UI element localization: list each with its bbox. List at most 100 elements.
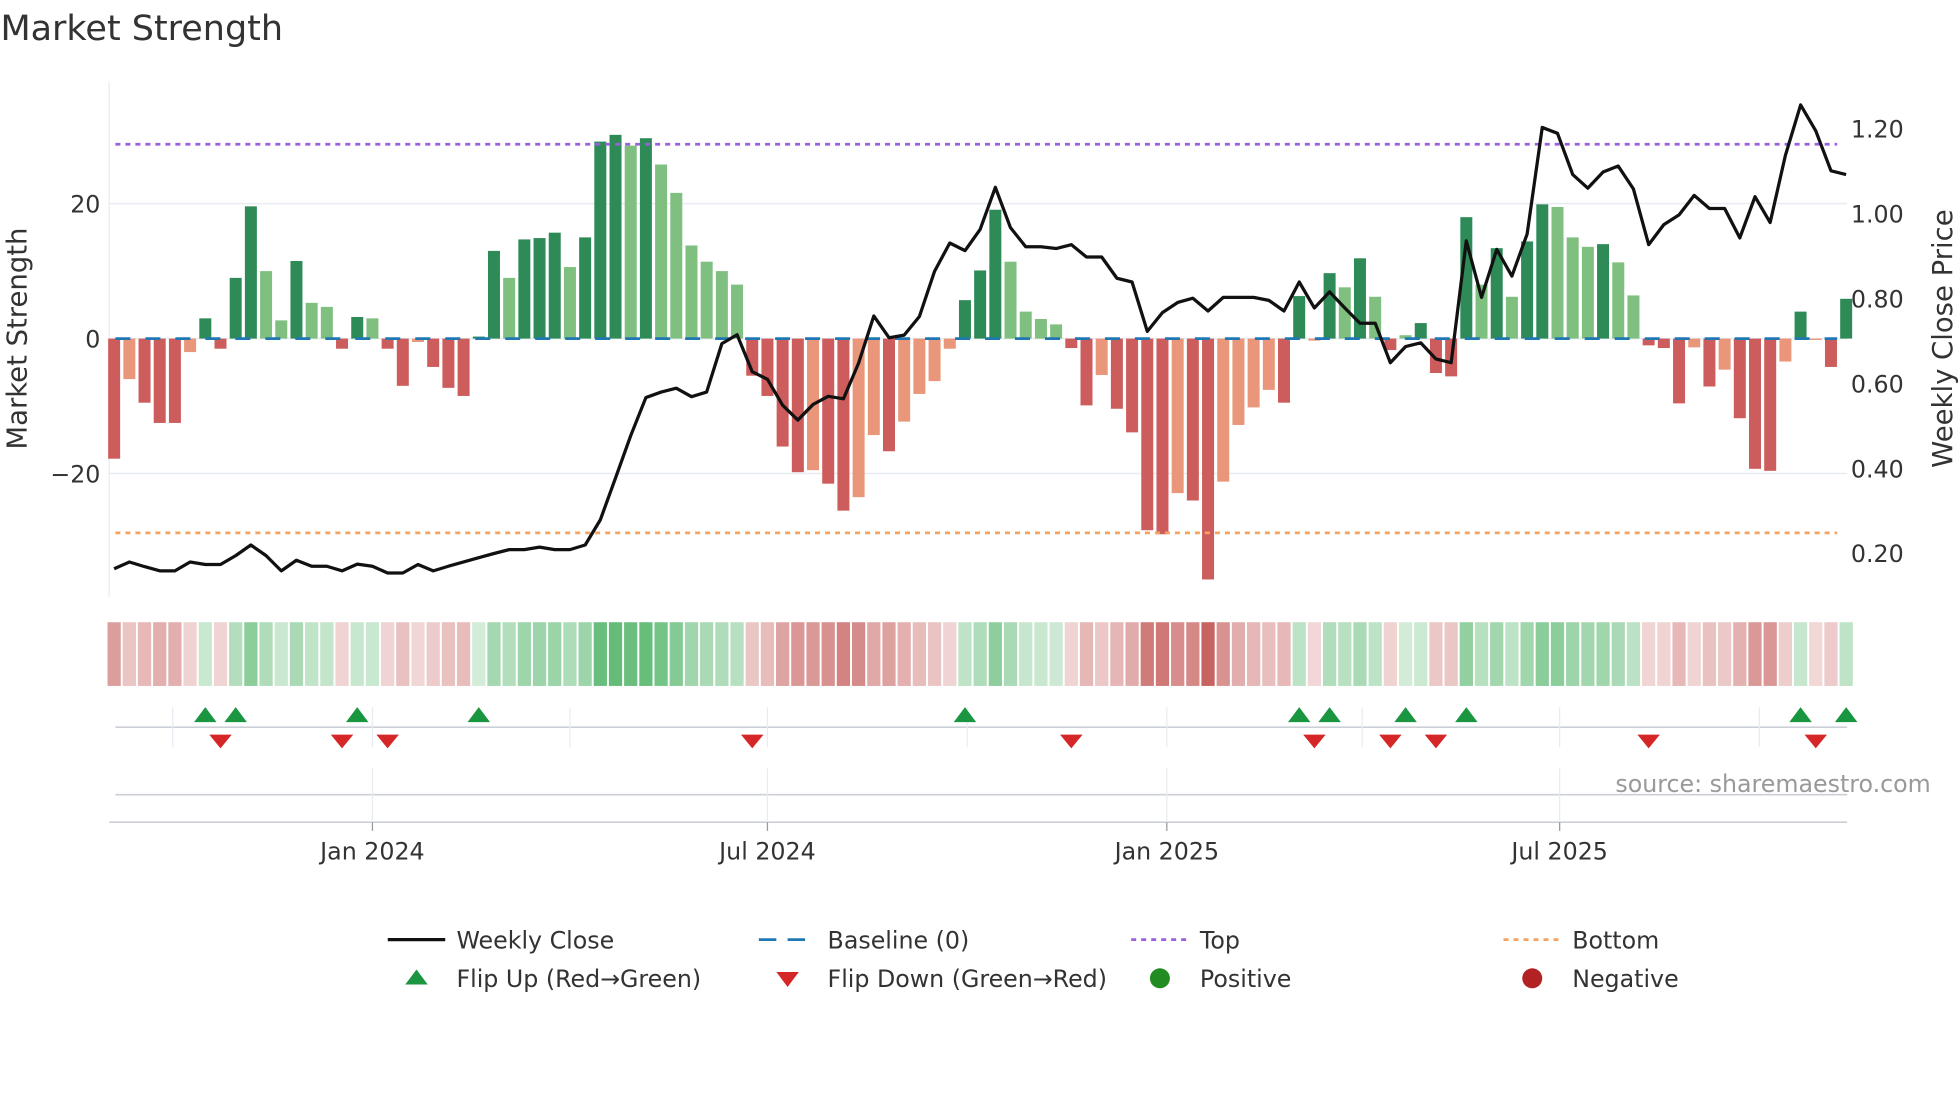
- strip-cell: [1505, 622, 1519, 686]
- positive-bar: [1581, 246, 1594, 339]
- flip-down-marker: [1060, 734, 1083, 749]
- strip-cell: [1003, 622, 1018, 686]
- positive-bar: [533, 238, 546, 339]
- strip-cell: [1201, 622, 1215, 686]
- strip-cell: [563, 622, 577, 686]
- negative-bar: [791, 338, 804, 473]
- source-note: source: sharemaestro.com: [1615, 770, 1930, 798]
- x-tick-label: Jan 2024: [318, 838, 424, 866]
- strip-cell: [1292, 622, 1306, 686]
- strip-cell: [730, 622, 744, 686]
- circle-icon: [1522, 968, 1543, 989]
- strip-cell: [1414, 622, 1428, 686]
- strip-cell: [1566, 622, 1580, 686]
- strip-cell: [1702, 622, 1717, 686]
- strip-cell: [441, 622, 456, 686]
- positive-bar: [366, 318, 379, 339]
- strip-cell: [1778, 622, 1793, 686]
- flip-down-marker: [209, 734, 232, 749]
- strip-cell: [973, 622, 987, 686]
- negative-bar: [442, 338, 455, 388]
- gridlines: [108, 81, 1848, 823]
- strip-cell: [1338, 622, 1352, 686]
- positive-bar: [1597, 244, 1610, 339]
- strip-cell: [1125, 622, 1139, 686]
- negative-bar: [913, 338, 926, 394]
- strip-cell: [350, 622, 364, 686]
- strip-cell: [897, 622, 911, 686]
- strip-cell: [654, 622, 668, 686]
- strip-cell: [1687, 622, 1701, 686]
- strip-cell: [1262, 622, 1276, 686]
- strip-cell: [851, 622, 866, 686]
- strip-cell: [229, 622, 243, 686]
- positive-bar: [320, 306, 333, 339]
- strip-cell: [244, 622, 258, 686]
- triangle-up-icon: [405, 969, 428, 985]
- flip-down-marker: [1804, 734, 1828, 749]
- negative-bar: [1171, 338, 1184, 494]
- strip-cell: [867, 622, 881, 686]
- positive-bar: [1551, 207, 1564, 339]
- strip-cell: [821, 622, 835, 686]
- negative-bar: [1779, 338, 1792, 362]
- negative-bar: [1764, 338, 1777, 471]
- positive-bar: [229, 277, 242, 339]
- strip-cell: [791, 622, 805, 686]
- flip-up-marker: [1318, 707, 1341, 723]
- strip-cell: [593, 622, 607, 686]
- strip-cell: [396, 622, 410, 686]
- negative-bar: [184, 338, 197, 353]
- y-tick-label: −20: [50, 460, 100, 488]
- strip-cell: [1079, 622, 1094, 686]
- negative-bar: [1688, 338, 1701, 348]
- y2-axis-label: Weekly Close Price: [1927, 209, 1959, 467]
- positive-bar: [989, 209, 1002, 339]
- negative-bar: [1232, 338, 1245, 425]
- negative-bar: [1262, 338, 1275, 390]
- positive-bar: [305, 302, 318, 339]
- strip-cell: [213, 622, 228, 686]
- strip-cell: [548, 622, 562, 686]
- positive-bar: [1353, 258, 1366, 339]
- strip-cell: [1383, 622, 1397, 686]
- positive-bar: [199, 318, 212, 339]
- strip-cell: [1216, 622, 1230, 686]
- negative-bar: [1080, 338, 1093, 406]
- strip-cell: [1140, 622, 1154, 686]
- strength-bars: [108, 134, 1853, 580]
- strip-cell: [335, 622, 349, 686]
- triangle-down-icon: [776, 972, 799, 988]
- strip-cell: [1307, 622, 1322, 686]
- strip-cell: [472, 622, 486, 686]
- strip-cell: [1095, 622, 1109, 686]
- strip-cell: [608, 622, 623, 686]
- positive-bar: [244, 206, 257, 339]
- positive-bar: [1794, 311, 1807, 339]
- negative-bar: [1095, 338, 1108, 376]
- axes: 20 0 −20 1.20 1.00 0.80 0.60 0.40 0.20 Jan 2024 Ju…: [50, 115, 1903, 865]
- strip-cell: [1034, 622, 1048, 686]
- flip-down-marker: [376, 734, 399, 749]
- circle-icon: [1149, 968, 1170, 989]
- positive-bar: [731, 284, 744, 339]
- strip-cell: [183, 622, 197, 686]
- strip-cell: [943, 622, 957, 686]
- legend-label: Negative: [1572, 965, 1678, 993]
- negative-bar: [457, 338, 470, 396]
- strip-cell: [745, 622, 759, 686]
- negative-bar: [1703, 338, 1716, 387]
- y2-tick-label: 0.60: [1851, 370, 1904, 398]
- positive-bar: [974, 270, 987, 339]
- negative-bar: [1718, 338, 1731, 370]
- negative-bar: [882, 338, 895, 452]
- strip-cell: [1064, 622, 1078, 686]
- positive-bar: [351, 317, 364, 339]
- y-tick-label: 0: [85, 325, 100, 353]
- positive-bar: [1323, 273, 1336, 339]
- strip-cell: [1672, 622, 1686, 686]
- y2-tick-label: 1.00: [1851, 200, 1904, 228]
- strip-cell: [122, 622, 136, 686]
- flip-up-marker: [1789, 707, 1812, 723]
- legend-label: Top: [1199, 926, 1240, 954]
